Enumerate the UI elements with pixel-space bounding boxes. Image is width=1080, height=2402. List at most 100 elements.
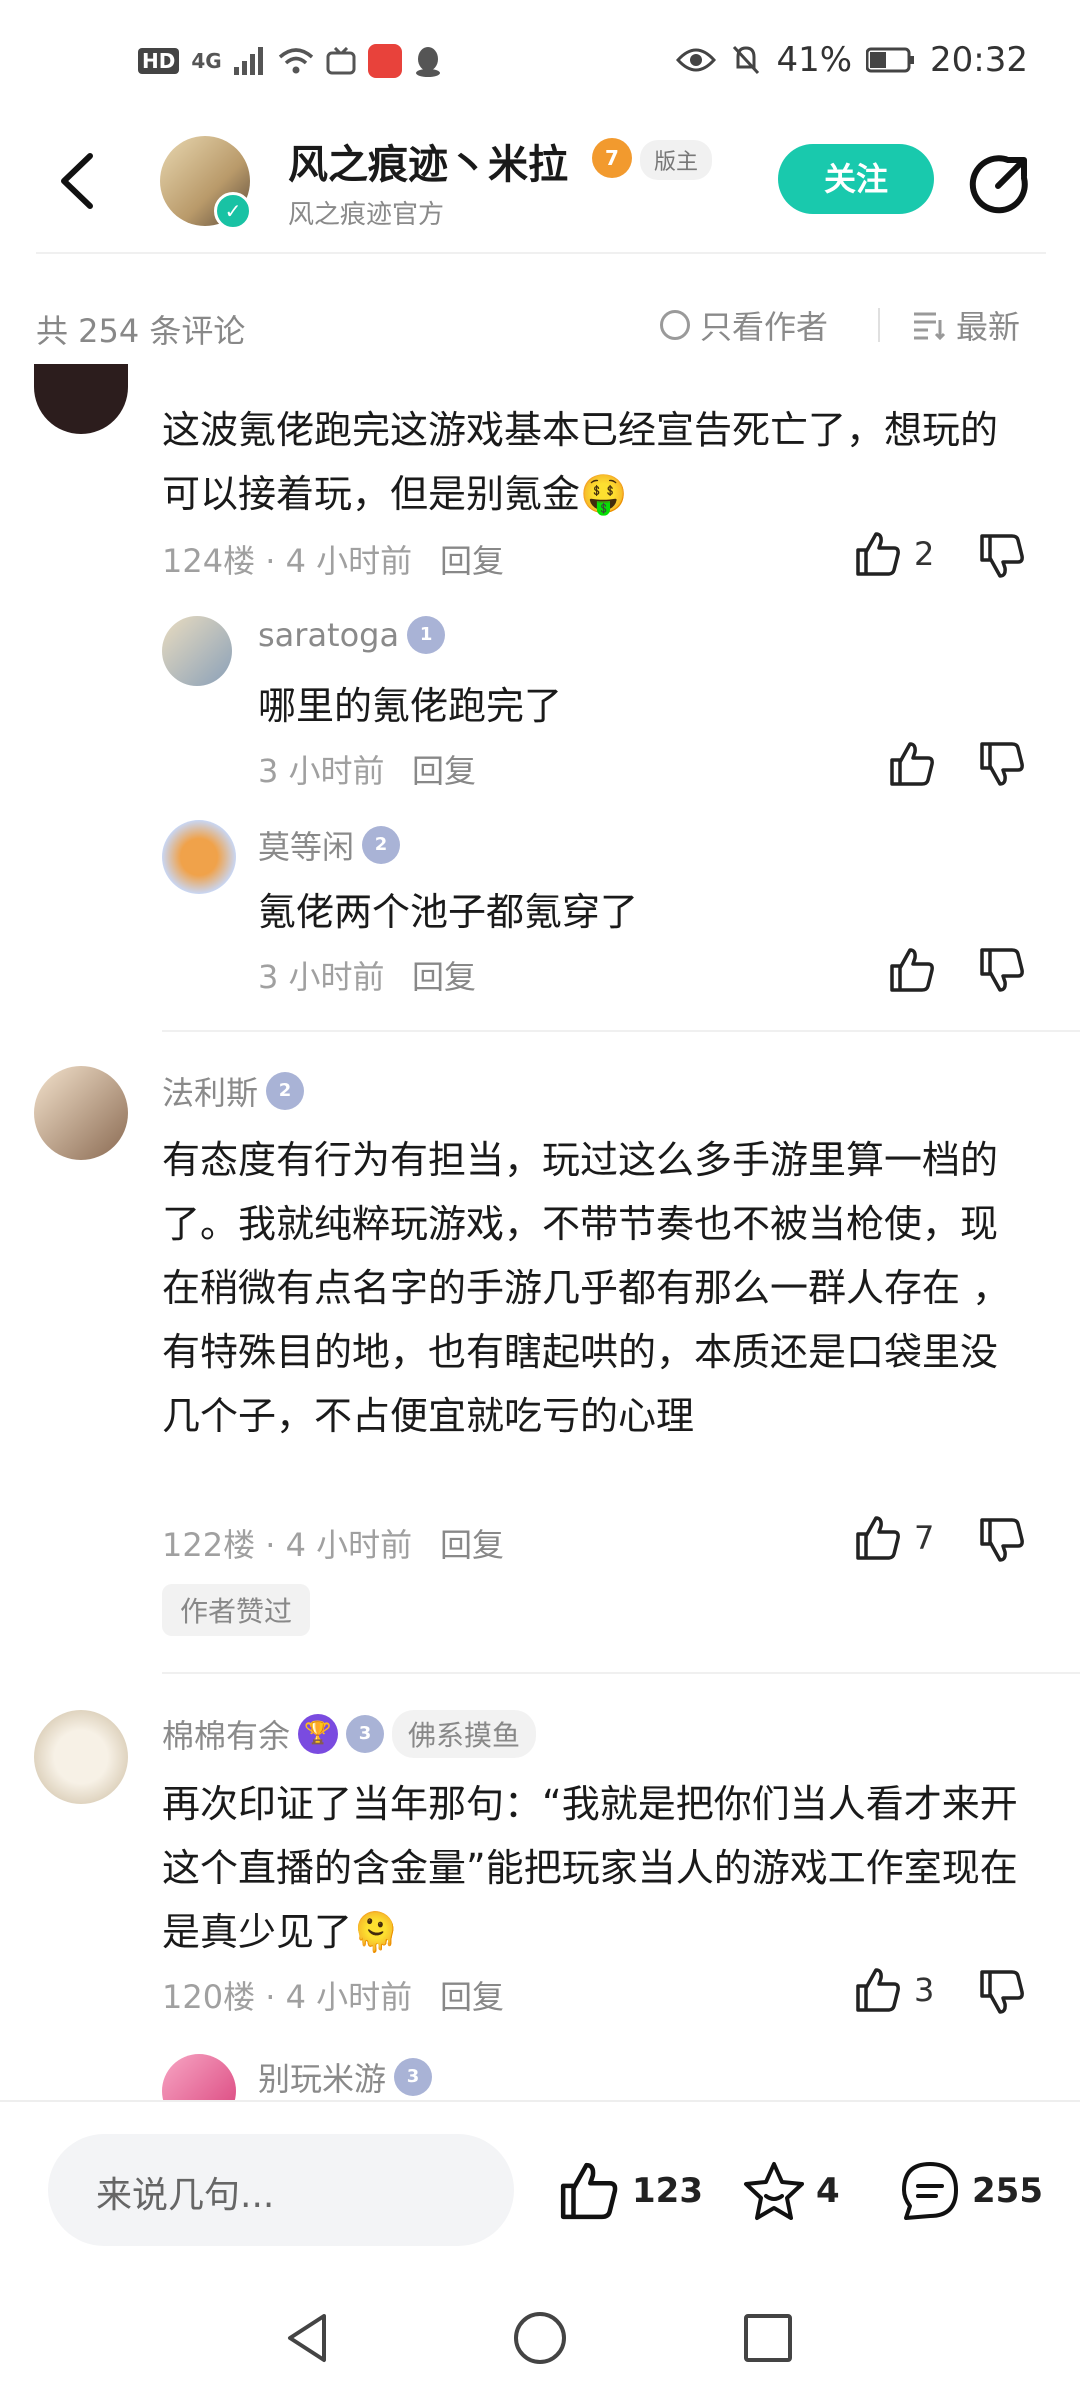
sort-label: 最新 [956,308,1021,346]
reply-button[interactable]: 回复 [412,952,476,998]
star-icon [744,2162,804,2220]
reply-user-row: 莫等闲 2 [258,822,401,868]
bottom-like-count: 123 [632,2171,703,2211]
huawei-app-icon [367,44,402,78]
user-tag: 佛系摸鱼 [392,1710,537,1758]
status-bar: HD 4G 41% 20:32 [0,0,1080,120]
comment-username[interactable]: 法利斯 [162,1068,258,1114]
thumbs-up-icon [856,1516,900,1560]
reply-user-row: 别玩米游 3 [258,2054,433,2100]
comment-user-row: 法利斯 2 [162,1068,305,1114]
share-icon[interactable] [968,152,1032,216]
reply-button[interactable]: 回复 [412,746,476,792]
verified-icon: ✓ [214,192,252,230]
trophy-icon: 🏆 [298,1714,339,1754]
moderator-badge: 版主 [640,140,713,180]
back-arrow-icon[interactable] [54,150,102,212]
follow-button[interactable]: 关注 [778,144,934,214]
nav-back-icon[interactable] [280,2310,336,2366]
avatar[interactable] [34,1710,128,1804]
only-author-toggle[interactable]: 只看作者 [660,302,828,348]
level-badge-icon: 2 [266,1072,305,1110]
header-divider [36,252,1046,254]
thumbs-down-icon[interactable] [978,532,1026,580]
avatar[interactable] [34,1066,128,1160]
battery-percent: 41% [776,40,853,80]
network-4g-indicator: 4G [191,49,222,73]
hd-indicator: HD [138,48,180,74]
reply-username[interactable]: 别玩米游 [258,2054,386,2100]
like-count: 7 [914,1519,935,1557]
thumbs-up-icon[interactable] [888,946,936,994]
author-subtitle: 风之痕迹官方 [288,200,445,230]
level-badge-icon: 2 [362,826,401,864]
reply-user-row: saratoga 1 [258,616,446,654]
thumbs-up-icon[interactable] [888,740,936,788]
comment-floor-time: 120楼 · 4 小时前 [162,1978,413,2016]
level-badge-icon: 7 [592,138,632,178]
wifi-icon [278,48,313,74]
nav-home-icon[interactable] [512,2310,568,2366]
thumbs-down-icon[interactable] [978,740,1026,788]
clock: 20:32 [930,40,1028,80]
comment-username[interactable]: 棉棉有余 [162,1711,290,1757]
status-left-icons: HD 4G [138,44,442,78]
eye-icon [676,48,717,72]
reply-username[interactable]: saratoga [258,616,399,654]
qq-icon [415,47,440,77]
thumbs-up-icon [560,2162,618,2220]
comment-text: 有态度有行为有担当，玩过这么多手游里算一档的了。我就纯粹玩游戏，不带节奏也不被当… [162,1138,1011,1438]
thumbs-down-icon[interactable] [978,1968,1026,2016]
bottom-favorite-count: 4 [816,2171,840,2211]
mute-bell-icon [733,45,760,75]
signal-icon [233,47,263,75]
level-badge-icon: 3 [394,2058,433,2096]
avatar[interactable] [162,820,236,894]
reply-time: 3 小时前 [258,752,385,790]
status-right-icons: 41% 20:32 [676,40,1028,80]
thumbs-up-icon [856,1968,900,2012]
comment-floor-time: 124楼 · 4 小时前 [162,542,413,580]
comment-count: 共 254 条评论 [36,312,246,350]
comment-floor-time: 122楼 · 4 小时前 [162,1526,413,1564]
like-count: 2 [914,535,935,573]
thumbs-down-icon[interactable] [978,946,1026,994]
comment-bubble-icon [902,2162,958,2220]
sort-toggle[interactable]: 最新 [912,302,1020,348]
bottom-comment-button[interactable]: 255 [898,2160,1043,2222]
reply-button[interactable]: 回复 [440,536,504,582]
level-badge-icon: 3 [346,1715,385,1753]
comment-divider [162,1672,1080,1674]
filter-divider [878,308,880,342]
reply-button[interactable]: 回复 [440,1520,504,1566]
author-name[interactable]: 风之痕迹丶米拉 [288,132,568,190]
bottom-favorite-button[interactable]: 4 [742,2160,840,2222]
like-button[interactable]: 2 [854,530,934,578]
sort-lines-icon [914,312,946,340]
only-author-label: 只看作者 [700,308,829,346]
comment-input-placeholder[interactable]: 来说几句... [96,2166,274,2218]
thumbs-down-icon[interactable] [978,1516,1026,1564]
battery-icon [866,47,915,73]
comment-divider [162,1030,1080,1032]
avatar[interactable] [162,616,232,686]
thumbs-up-icon [856,532,900,576]
reply-button[interactable]: 回复 [440,1972,504,2018]
bottom-like-button[interactable]: 123 [556,2160,703,2222]
bottom-comment-count: 255 [972,2171,1043,2211]
reply-username[interactable]: 莫等闲 [258,822,354,868]
reply-text: 哪里的氪佬跑完了 [258,684,563,728]
like-button[interactable]: 3 [854,1966,934,2014]
level-badge-icon: 1 [407,616,446,654]
author-liked-badge: 作者赞过 [162,1584,311,1636]
like-count: 3 [914,1971,935,2009]
like-button[interactable]: 7 [854,1514,934,1562]
comment-text: 再次印证了当年那句：“我就是把你们当人看才来开这个直播的含金量”能把玩家当人的游… [162,1782,1018,1954]
avatar[interactable] [34,364,128,434]
tv-icon [326,47,356,75]
reply-time: 3 小时前 [258,958,385,996]
comment-user-row: 棉棉有余 🏆 3 佛系摸鱼 [162,1710,537,1758]
radio-circle-icon [660,310,690,340]
comment-text: 这波氪佬跑完这游戏基本已经宣告死亡了，想玩的可以接着玩，但是别氪金🤑 [162,408,999,516]
nav-recents-icon[interactable] [740,2310,796,2366]
